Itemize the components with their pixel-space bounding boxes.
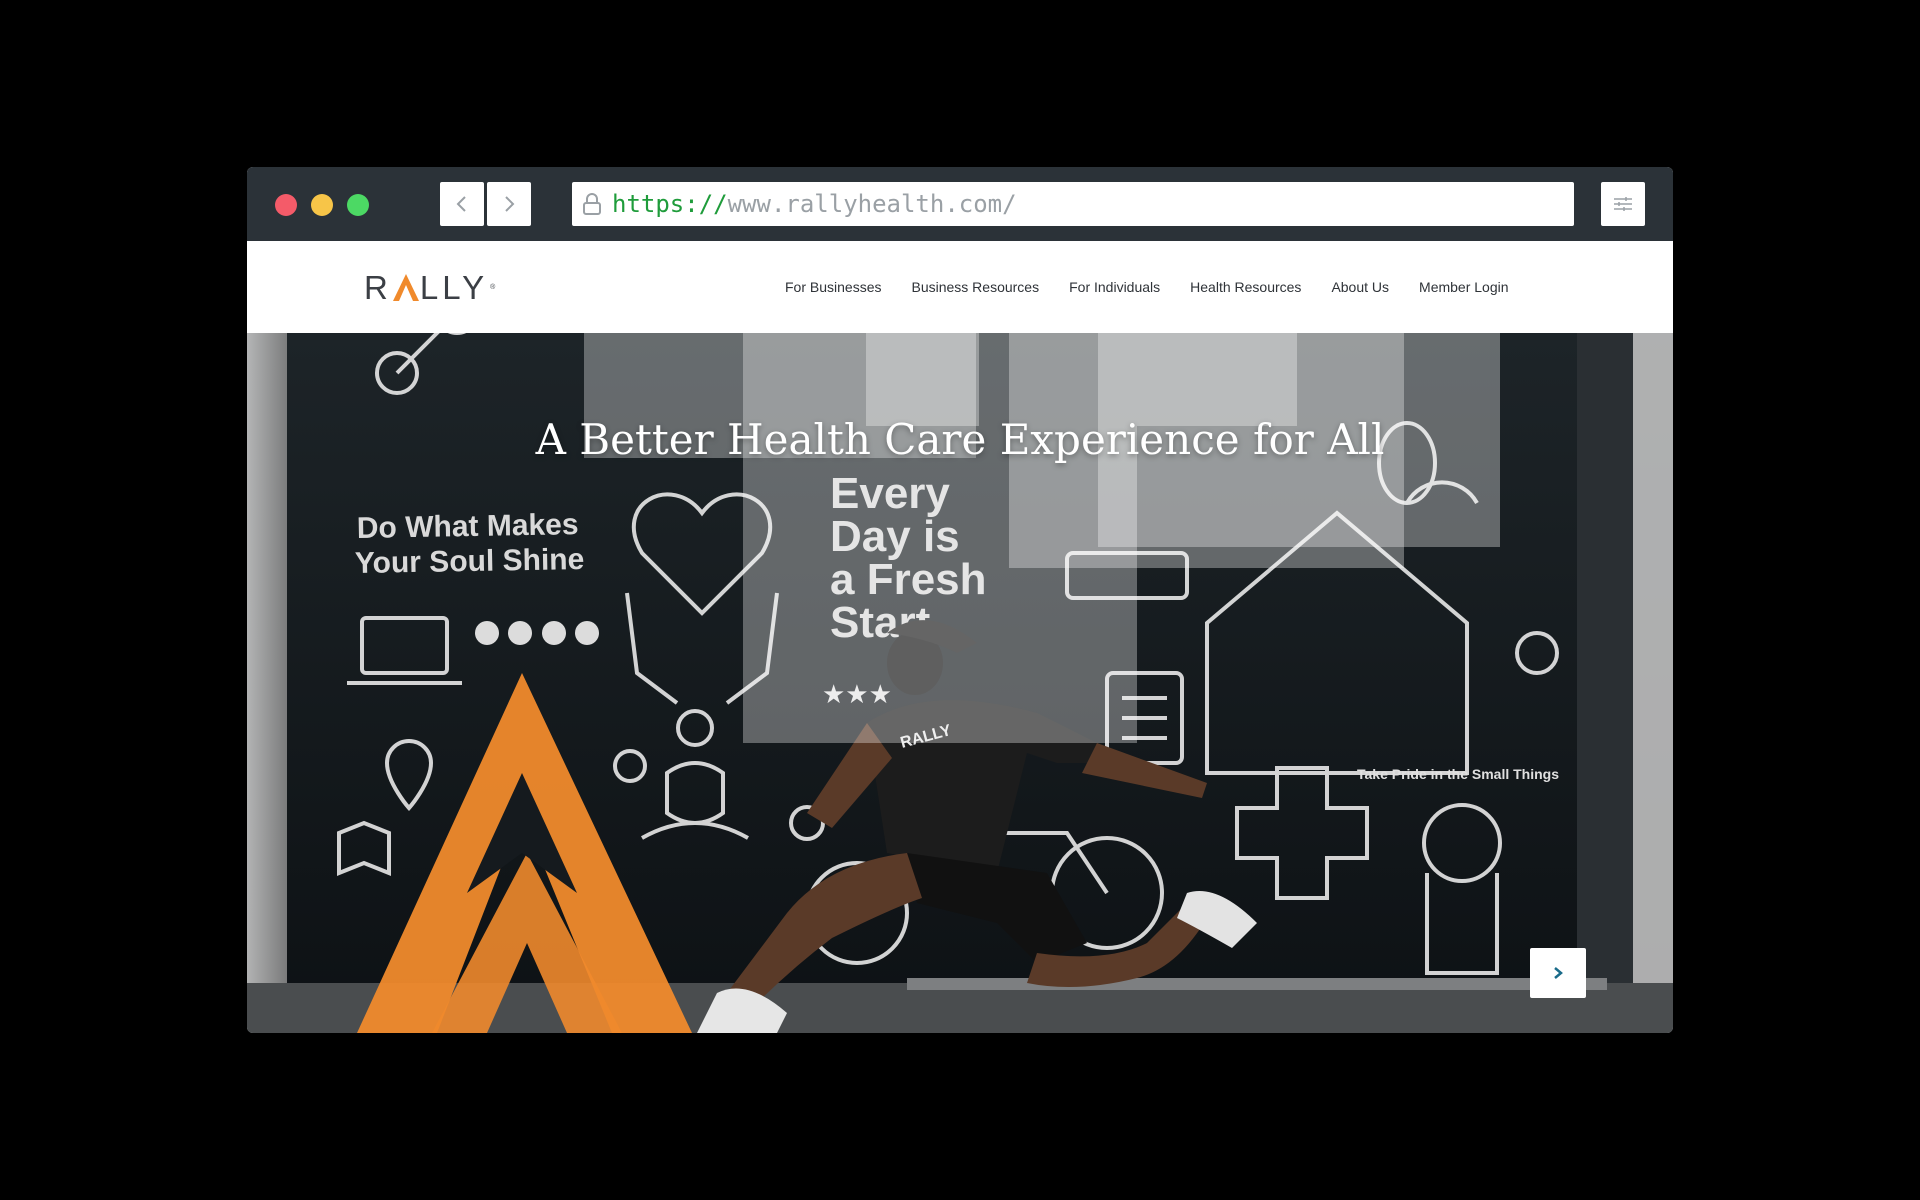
logo-trademark: ® — [490, 283, 496, 291]
mural-text-line1: Do What Makes — [357, 508, 579, 545]
chevron-right-icon — [1554, 967, 1563, 979]
lock-icon — [582, 193, 602, 215]
overlay-panel-3 — [866, 333, 979, 426]
main-nav: For Businesses Business Resources For In… — [785, 241, 1539, 333]
close-window-button[interactable] — [275, 194, 297, 216]
nav-member-login[interactable]: Member Login — [1419, 279, 1509, 295]
site-header: R LLY ® For Businesses Business Resource… — [247, 241, 1673, 333]
logo-letter-r: R — [364, 268, 392, 306]
logo-letters-lly: LLY — [419, 268, 489, 306]
nav-about-us[interactable]: About Us — [1331, 279, 1389, 295]
nav-business-resources[interactable]: Business Resources — [911, 279, 1039, 295]
back-button[interactable] — [440, 182, 484, 226]
address-bar[interactable]: https://www.rallyhealth.com/ — [572, 182, 1574, 226]
mural-text-line2: Your Soul Shine — [355, 543, 585, 580]
nav-for-individuals[interactable]: For Individuals — [1069, 279, 1160, 295]
browser-window: https://www.rallyhealth.com/ R LLY ® For… — [247, 167, 1673, 1033]
nav-for-businesses[interactable]: For Businesses — [785, 279, 881, 295]
chevron-right-icon — [505, 196, 515, 212]
overlay-panel-6 — [1137, 333, 1297, 426]
url-scheme: https:// — [612, 190, 728, 218]
forward-button[interactable] — [487, 182, 531, 226]
url-host: www.rallyhealth.com/ — [727, 190, 1017, 218]
chevron-left-icon — [456, 196, 466, 212]
rally-logo[interactable]: R LLY ® — [364, 268, 496, 306]
settings-sliders-icon — [1614, 197, 1632, 211]
maximize-window-button[interactable] — [347, 194, 369, 216]
hero-banner: Do What Makes Your Soul Shine Every Day … — [247, 333, 1673, 1033]
logo-a-mark — [392, 274, 419, 301]
minimize-window-button[interactable] — [311, 194, 333, 216]
browser-menu-button[interactable] — [1601, 182, 1645, 226]
carousel-next-button[interactable] — [1530, 948, 1586, 998]
hero-headline: A Better Health Care Experience for All — [535, 415, 1385, 464]
nav-health-resources[interactable]: Health Resources — [1190, 279, 1301, 295]
browser-titlebar: https://www.rallyhealth.com/ — [247, 167, 1673, 241]
url-text: https://www.rallyhealth.com/ — [612, 190, 1017, 218]
mural-text-line7: Take Pride in the Small Things — [1357, 766, 1559, 782]
